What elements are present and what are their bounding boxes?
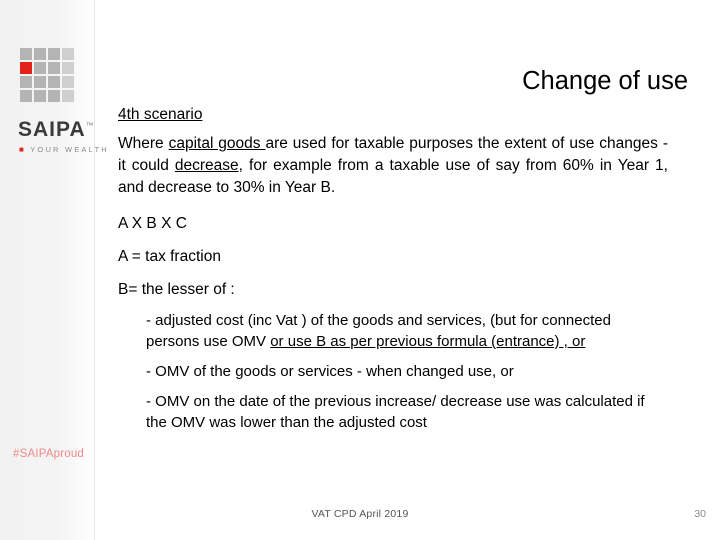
logo-cell [48, 48, 60, 60]
formula-line: A X B X C [118, 215, 187, 232]
text-run-3: decrease, [174, 157, 243, 174]
logo-tagline: ■ YOUR WEALTH [19, 145, 109, 154]
logo-cell [34, 62, 46, 74]
saipa-logo-grid-icon [20, 48, 74, 102]
bullet-omv-goods-services: - OMV of the goods or services - when ch… [118, 361, 668, 382]
logo-cell [48, 90, 60, 102]
logo-cell [20, 48, 32, 60]
bullet-omv-previous-date: - OMV on the date of the previous increa… [118, 391, 668, 433]
hashtag-label: #SAIPAproud [13, 448, 85, 460]
logo-cell [34, 76, 46, 88]
page-number: 30 [694, 508, 706, 520]
a-definition: A = tax fraction [118, 248, 221, 265]
text-run-0: Where [118, 135, 169, 152]
logo-wordmark-text: SAIPA [18, 118, 86, 141]
logo-cell [34, 48, 46, 60]
logo-cell [20, 76, 32, 88]
text-run-1: capital goods [168, 135, 266, 152]
logo-cell [62, 48, 74, 60]
text-run-1: or use B as per previous formula (entran… [270, 333, 586, 350]
bullet-adjusted-cost: - adjusted cost (inc Vat ) of the goods … [118, 310, 668, 352]
b-definition: B= the lesser of : [118, 281, 235, 298]
sidebar-divider [94, 0, 95, 540]
text-run-0: - OMV of the goods or services - when ch… [146, 363, 514, 380]
scenario-heading-text: 4th scenario [118, 106, 203, 123]
slide: SAIPA™ ■ YOUR WEALTH #SAIPAproud Change … [0, 0, 720, 540]
scenario-heading: 4th scenario [118, 104, 668, 126]
logo-cell [34, 90, 46, 102]
footer-note: VAT CPD April 2019 [311, 508, 409, 520]
logo-cell [20, 90, 32, 102]
logo-cell-accent [20, 62, 32, 74]
logo-cell [62, 62, 74, 74]
trademark-symbol: ™ [85, 121, 95, 130]
logo-cell [48, 62, 60, 74]
slide-body: 4th scenario Where capital goods are use… [118, 104, 668, 442]
text-run-0: - OMV on the date of the previous increa… [146, 393, 645, 431]
paragraph-capital-goods: Where capital goods are used for taxable… [118, 133, 668, 199]
logo-wordmark: SAIPA™ [18, 118, 95, 142]
logo-cell [62, 76, 74, 88]
logo-cell [48, 76, 60, 88]
logo-cell [62, 90, 74, 102]
logo-tagline-text: YOUR WEALTH [30, 145, 109, 154]
slide-title: Change of use [522, 67, 688, 95]
tagline-bullet-icon: ■ [19, 145, 27, 154]
